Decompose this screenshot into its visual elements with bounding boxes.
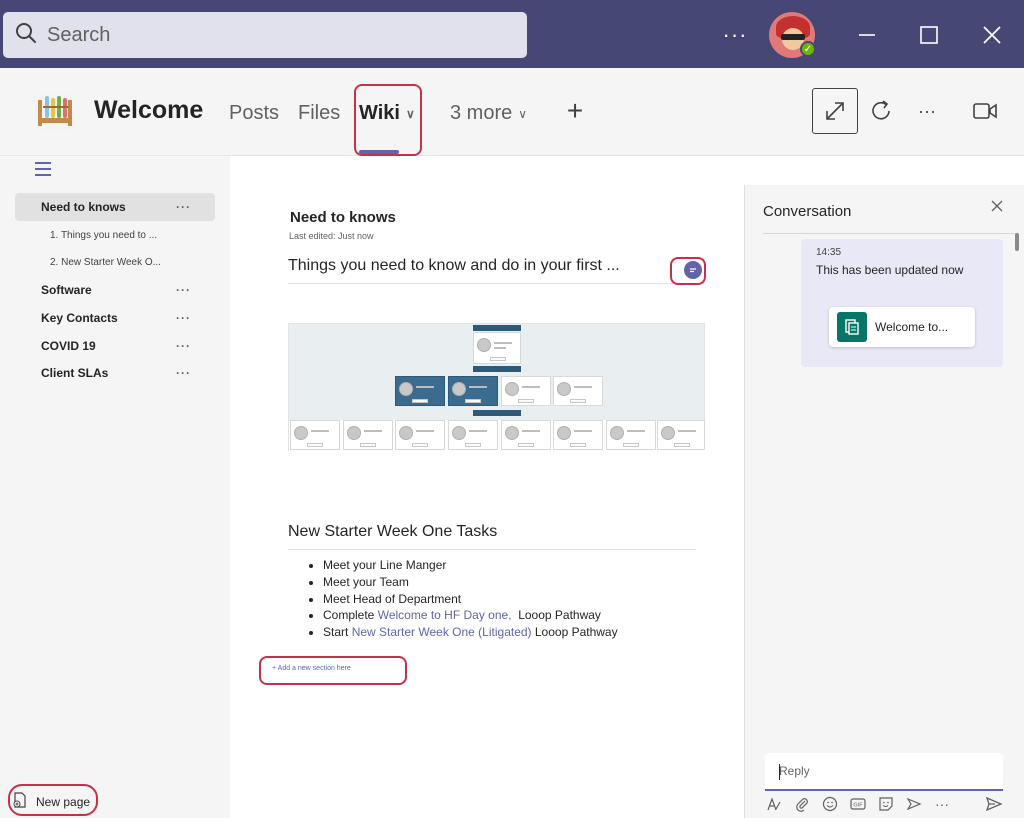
search-icon xyxy=(15,22,37,49)
sticker-icon[interactable] xyxy=(877,795,895,813)
maximize-icon[interactable] xyxy=(912,18,946,52)
more-options-icon[interactable]: ··· xyxy=(720,20,750,50)
tab-files[interactable]: Files xyxy=(298,102,340,125)
section-heading[interactable]: New Starter Week One Tasks xyxy=(288,523,497,541)
wiki-card-label: Welcome to... xyxy=(875,320,949,334)
hamburger-icon[interactable] xyxy=(35,162,51,176)
tab-posts[interactable]: Posts xyxy=(229,102,279,125)
item-more-icon[interactable]: ··· xyxy=(176,311,191,325)
sidebar-item-label: Need to knows xyxy=(41,200,126,214)
wiki-card-icon xyxy=(837,312,867,342)
list-item: Meet your Line Manger xyxy=(323,557,618,574)
comment-highlight xyxy=(670,257,706,285)
page-title: Need to knows xyxy=(290,209,396,226)
conversation-panel: Conversation 14:35 This has been updated… xyxy=(744,185,1024,818)
sidebar-item-covid-19[interactable]: COVID 19 ··· xyxy=(15,332,215,360)
app-header: Welcome Posts Files Wiki ∨ 3 more ∨ + ··· xyxy=(0,68,1024,156)
emoji-icon[interactable] xyxy=(821,795,839,813)
chevron-down-icon: ∨ xyxy=(518,106,528,121)
tab-more[interactable]: 3 more ∨ xyxy=(450,102,527,125)
refresh-icon[interactable] xyxy=(866,96,896,126)
wiki-sidebar: Need to knows ··· 1. Things you need to … xyxy=(0,156,230,818)
list-item: Complete Welcome to HF Day one, Looop Pa… xyxy=(323,607,618,624)
title-bar: Search ··· ✓ xyxy=(0,0,1024,68)
pathway-link[interactable]: Welcome to HF Day one, xyxy=(378,608,512,622)
format-icon[interactable] xyxy=(765,795,783,813)
search-box[interactable]: Search xyxy=(3,12,527,58)
add-section-highlight xyxy=(259,656,407,685)
compose-toolbar: GIF ··· xyxy=(765,795,1005,813)
sidebar-item-key-contacts[interactable]: Key Contacts ··· xyxy=(15,304,215,332)
divider xyxy=(288,549,696,550)
item-more-icon[interactable]: ··· xyxy=(176,339,191,353)
sidebar-subitem-new-starter[interactable]: 2. New Starter Week O... xyxy=(50,257,161,268)
wiki-tab-highlight xyxy=(354,84,422,156)
sidebar-subitem-things-you-need[interactable]: 1. Things you need to ... xyxy=(50,230,157,241)
last-edited: Last edited: Just now xyxy=(289,231,374,241)
sidebar-item-client-slas[interactable]: Client SLAs ··· xyxy=(15,359,215,387)
wiki-app-icon xyxy=(30,88,78,136)
search-placeholder: Search xyxy=(47,23,111,46)
message-timestamp: 14:35 xyxy=(816,247,842,258)
svg-text:GIF: GIF xyxy=(853,803,863,809)
divider xyxy=(763,233,1017,234)
new-page-highlight xyxy=(8,784,98,816)
more-options-icon[interactable]: ··· xyxy=(933,795,951,813)
expand-icon[interactable] xyxy=(812,88,858,134)
sidebar-item-label: Client SLAs xyxy=(41,366,109,380)
item-more-icon[interactable]: ··· xyxy=(176,200,191,214)
channel-title: Welcome xyxy=(94,96,204,124)
tab-more-label: 3 more xyxy=(450,102,513,124)
minimize-icon[interactable] xyxy=(850,18,884,52)
scrollbar-thumb[interactable] xyxy=(1015,233,1019,251)
wiki-page: Need to knows Last edited: Just now Thin… xyxy=(230,185,744,818)
sidebar-item-need-to-knows[interactable]: Need to knows ··· xyxy=(15,193,215,221)
send-icon[interactable] xyxy=(985,795,1003,813)
conversation-title: Conversation xyxy=(763,203,852,220)
reply-placeholder: Reply xyxy=(779,764,810,778)
close-window-icon[interactable] xyxy=(975,18,1009,52)
more-options-icon[interactable]: ··· xyxy=(912,96,942,126)
message-text: This has been updated now xyxy=(816,263,964,277)
pathway-link[interactable]: New Starter Week One (Litigated) xyxy=(352,625,532,639)
sidebar-item-label: Software xyxy=(41,283,92,297)
video-call-icon[interactable] xyxy=(968,96,1002,126)
sidebar-item-software[interactable]: Software ··· xyxy=(15,276,215,304)
sidebar-item-label: Key Contacts xyxy=(41,311,118,325)
attach-icon[interactable] xyxy=(793,795,811,813)
item-more-icon[interactable]: ··· xyxy=(176,366,191,380)
chat-message: 14:35 This has been updated now Welcome … xyxy=(801,239,1003,367)
schedule-icon[interactable] xyxy=(905,795,923,813)
item-more-icon[interactable]: ··· xyxy=(176,283,191,297)
sidebar-item-label: COVID 19 xyxy=(41,339,96,353)
add-tab-icon[interactable]: + xyxy=(560,95,590,126)
list-item: Start New Starter Week One (Litigated) L… xyxy=(323,624,618,641)
presence-available-icon: ✓ xyxy=(800,41,816,57)
task-list: Meet your Line Manger Meet your Team Mee… xyxy=(323,557,618,641)
list-item: Meet Head of Department xyxy=(323,591,618,608)
list-item: Meet your Team xyxy=(323,574,618,591)
reply-input[interactable]: Reply xyxy=(765,753,1003,791)
wiki-card[interactable]: Welcome to... xyxy=(829,307,975,347)
section-heading[interactable]: Things you need to know and do in your f… xyxy=(288,257,620,275)
divider xyxy=(288,283,704,284)
close-icon[interactable] xyxy=(990,199,1004,213)
org-chart-image xyxy=(288,323,706,452)
gif-icon[interactable]: GIF xyxy=(849,795,867,813)
